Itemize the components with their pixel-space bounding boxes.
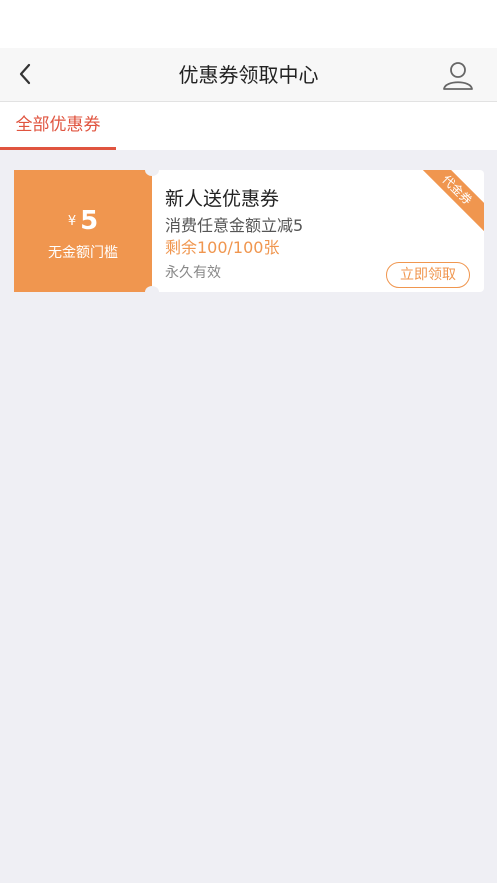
navigation-bar: 优惠券领取中心: [0, 48, 497, 102]
coupon-validity: 永久有效: [165, 265, 221, 281]
tab-label: 全部优惠券: [15, 115, 101, 135]
coupon-remaining: 剩余100/100张: [165, 238, 280, 257]
coupon-description: 消费任意金额立减5: [165, 216, 304, 235]
coupon-detail-panel: 新人送优惠券 消费任意金额立减5 剩余100/100张 永久有效 立即领取 代金…: [152, 170, 484, 292]
coupon-amount: ¥5: [14, 206, 152, 236]
coupon-threshold: 无金额门槛: [48, 245, 118, 261]
page-title: 优惠券领取中心: [178, 63, 319, 87]
amount-value: 5: [80, 206, 99, 236]
user-icon: [443, 62, 473, 90]
tab-active-indicator: [0, 147, 116, 150]
claim-coupon-button[interactable]: 立即领取: [386, 262, 470, 288]
tab-bar: 全部优惠券: [0, 102, 497, 150]
coupon-card: ¥5 无金额门槛 新人送优惠券 消费任意金额立减5 剩余100/100张 永久有…: [10, 164, 484, 298]
coupon-value-panel: ¥5 无金额门槛: [10, 170, 152, 292]
coupon-notch-bottom: [145, 286, 159, 298]
coupon-type-ribbon: 代金券: [411, 170, 484, 236]
coupon-notch-top: [145, 164, 159, 176]
currency-symbol: ¥: [67, 214, 77, 229]
tab-all-coupons[interactable]: 全部优惠券: [0, 102, 116, 150]
status-bar: [0, 0, 497, 48]
user-profile-button[interactable]: [441, 58, 475, 92]
coupon-title: 新人送优惠券: [165, 188, 280, 210]
